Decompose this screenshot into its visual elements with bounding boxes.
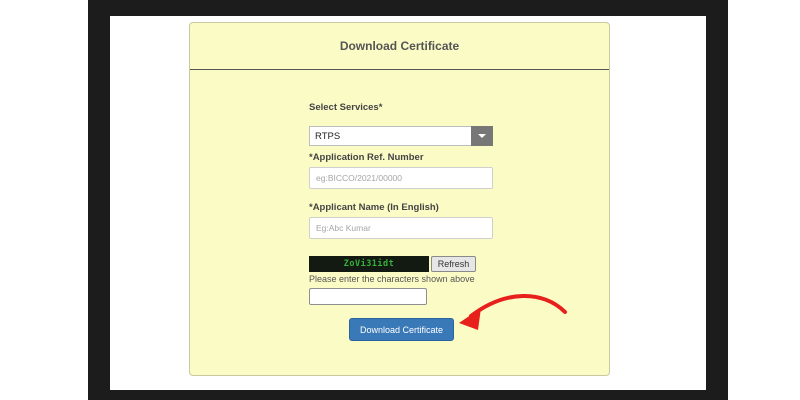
captcha-image: ZoVi31idt bbox=[309, 256, 429, 272]
panel-header: Download Certificate bbox=[190, 23, 609, 70]
dropdown-toggle-button[interactable] bbox=[471, 126, 493, 146]
select-services-label: Select Services* bbox=[309, 102, 383, 113]
select-services-value: RTPS bbox=[315, 131, 341, 142]
chevron-down-icon bbox=[478, 134, 486, 138]
captcha-hint: Please enter the characters shown above bbox=[309, 274, 475, 284]
applicant-name-input[interactable] bbox=[309, 217, 493, 239]
arrow-shaft bbox=[469, 294, 567, 318]
laptop-screen: Download Certificate Select Services* RT… bbox=[110, 16, 706, 390]
app-ref-input[interactable] bbox=[309, 167, 493, 189]
captcha-input[interactable] bbox=[309, 288, 427, 305]
select-services-dropdown[interactable]: RTPS bbox=[309, 126, 493, 146]
red-arrow-icon bbox=[459, 294, 567, 330]
app-ref-label: *Application Ref. Number bbox=[309, 152, 424, 163]
captcha-text: ZoVi31idt bbox=[343, 259, 395, 269]
applicant-name-label: *Applicant Name (In English) bbox=[309, 202, 439, 213]
arrow-head bbox=[459, 308, 481, 330]
download-certificate-button[interactable]: Download Certificate bbox=[349, 318, 454, 341]
refresh-captcha-button[interactable]: Refresh bbox=[431, 256, 476, 272]
panel-title: Download Certificate bbox=[339, 39, 460, 53]
